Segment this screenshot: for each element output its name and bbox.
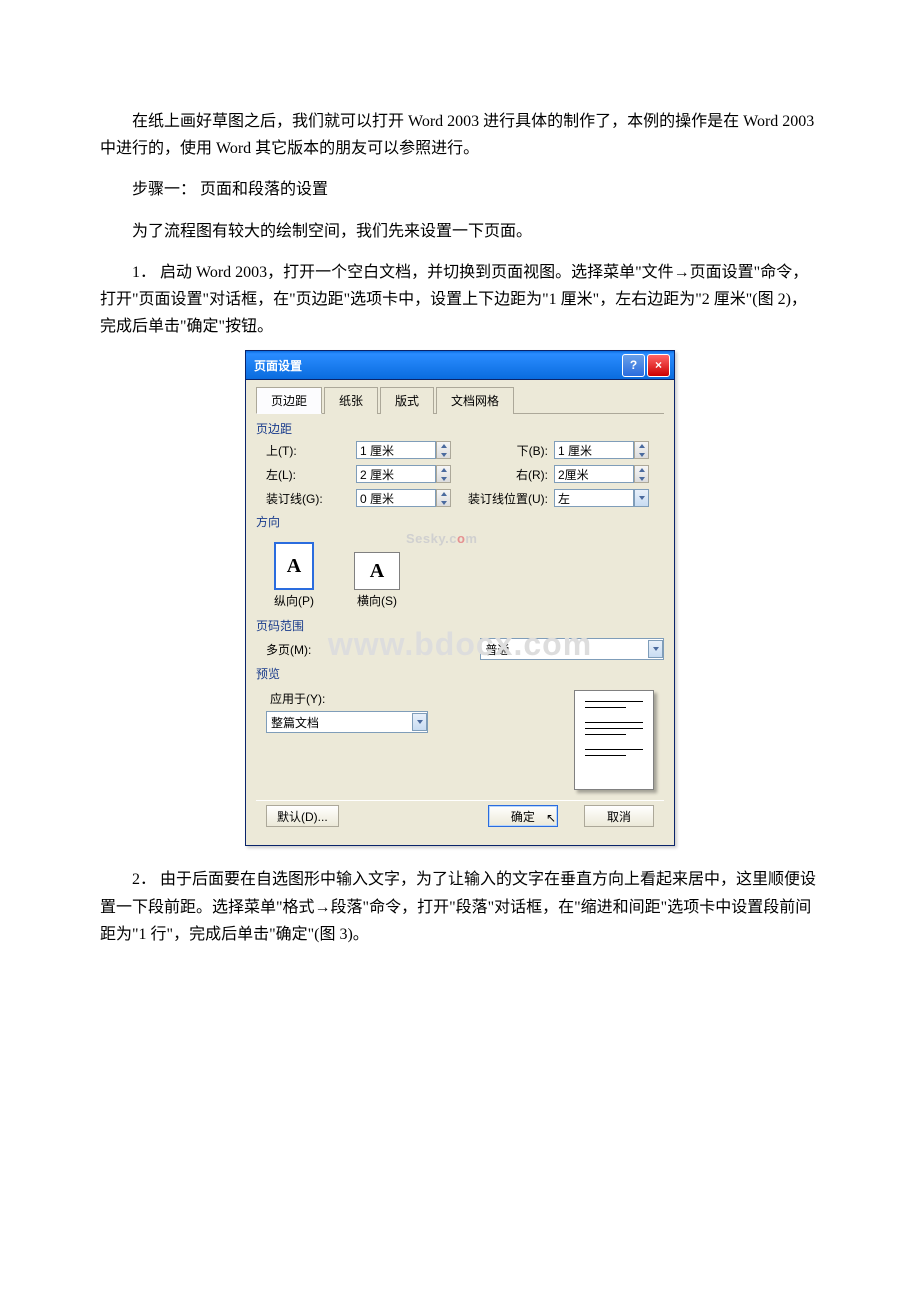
close-icon: × [655,358,662,372]
portrait-icon: A [274,542,314,590]
cancel-button[interactable]: 取消 [584,805,654,827]
tabs: 页边距 纸张 版式 文档网格 [256,386,664,414]
apply-value: 整篇文档 [267,714,412,731]
help-icon: ? [630,358,637,372]
preview-section: 预览 应用于(Y): 整篇文档 [256,665,664,800]
apply-label: 应用于(Y): [266,690,428,707]
dialog-buttons: 默认(D)... 确定 ↖ 取消 [256,800,664,835]
gutter-label: 装订线(G): [266,490,356,507]
gutter-pos-label: 装订线位置(U): [454,490,554,507]
orientation-section: 方向 A 纵向(P) A 横向(S) Sesky.com [256,513,664,611]
left-label: 左(L): [266,466,356,483]
left-input[interactable] [356,465,436,483]
preview-page-icon [574,690,654,790]
paragraph: 步骤一： 页面和段落的设置 [100,176,820,203]
left-spinner[interactable] [436,465,451,483]
titlebar[interactable]: 页面设置 ? × [246,351,674,380]
top-input[interactable] [356,441,436,459]
bottom-spinner[interactable] [634,441,649,459]
paragraph: 2． 由于后面要在自选图形中输入文字，为了让输入的文字在垂直方向上看起来居中，这… [100,866,820,948]
paragraph: 为了流程图有较大的绘制空间，我们先来设置一下页面。 [100,218,820,245]
right-input[interactable] [554,465,634,483]
help-button[interactable]: ? [622,354,645,377]
portrait-label: 纵向(P) [274,592,314,609]
right-label: 右(R): [454,466,554,483]
gutter-input[interactable] [356,489,436,507]
document-page: 在纸上画好草图之后，我们就可以打开 Word 2003 进行具体的制作了，本例的… [0,0,920,1002]
tab-grid[interactable]: 文档网格 [436,387,514,414]
tab-margins[interactable]: 页边距 [256,387,322,414]
portrait-option[interactable]: A 纵向(P) [274,542,314,609]
close-button[interactable]: × [647,354,670,377]
section-range-title: 页码范围 [256,617,664,634]
multi-value: 普通 [481,641,648,658]
watermark-small: Sesky.com [406,531,477,546]
paragraph: 在纸上画好草图之后，我们就可以打开 Word 2003 进行具体的制作了，本例的… [100,108,820,162]
section-margins-title: 页边距 [256,420,664,437]
bottom-label: 下(B): [454,442,554,459]
section-orient-title: 方向 [256,513,664,530]
multi-label: 多页(M): [266,641,346,658]
bottom-input[interactable] [554,441,634,459]
cursor-icon: ↖ [546,811,556,833]
right-spinner[interactable] [634,465,649,483]
landscape-option[interactable]: A 横向(S) [354,552,400,609]
apply-select[interactable]: 整篇文档 [266,711,428,733]
landscape-label: 横向(S) [357,592,397,609]
top-spinner[interactable] [436,441,451,459]
top-label: 上(T): [266,442,356,459]
page-range-section: 页码范围 多页(M): 普通 [256,617,664,660]
gutter-spinner[interactable] [436,489,451,507]
margins-grid: 上(T): 下(B): 左(L): 右(R): 装订线(G): 装订线位置(U)… [256,441,664,507]
dialog-body: 页边距 纸张 版式 文档网格 页边距 上(T): 下(B): 左(L): 右(R… [246,380,674,845]
chevron-down-icon [648,640,663,658]
chevron-down-icon [412,713,427,731]
multi-select[interactable]: 普通 [480,638,664,660]
paragraph: 1． 启动 Word 2003，打开一个空白文档，并切换到页面视图。选择菜单"文… [100,259,820,341]
tab-paper[interactable]: 纸张 [324,387,378,414]
gutter-pos-input[interactable] [554,489,634,507]
gutter-pos-dropdown[interactable] [634,489,649,507]
apply-block: 应用于(Y): 整篇文档 [266,690,428,790]
page-setup-dialog: 页面设置 ? × 页边距 纸张 版式 文档网格 页边距 上(T): 下(B): [245,350,675,846]
tab-layout[interactable]: 版式 [380,387,434,414]
landscape-icon: A [354,552,400,590]
default-button[interactable]: 默认(D)... [266,805,339,827]
dialog-title: 页面设置 [254,357,302,374]
section-preview-title: 预览 [256,665,664,682]
